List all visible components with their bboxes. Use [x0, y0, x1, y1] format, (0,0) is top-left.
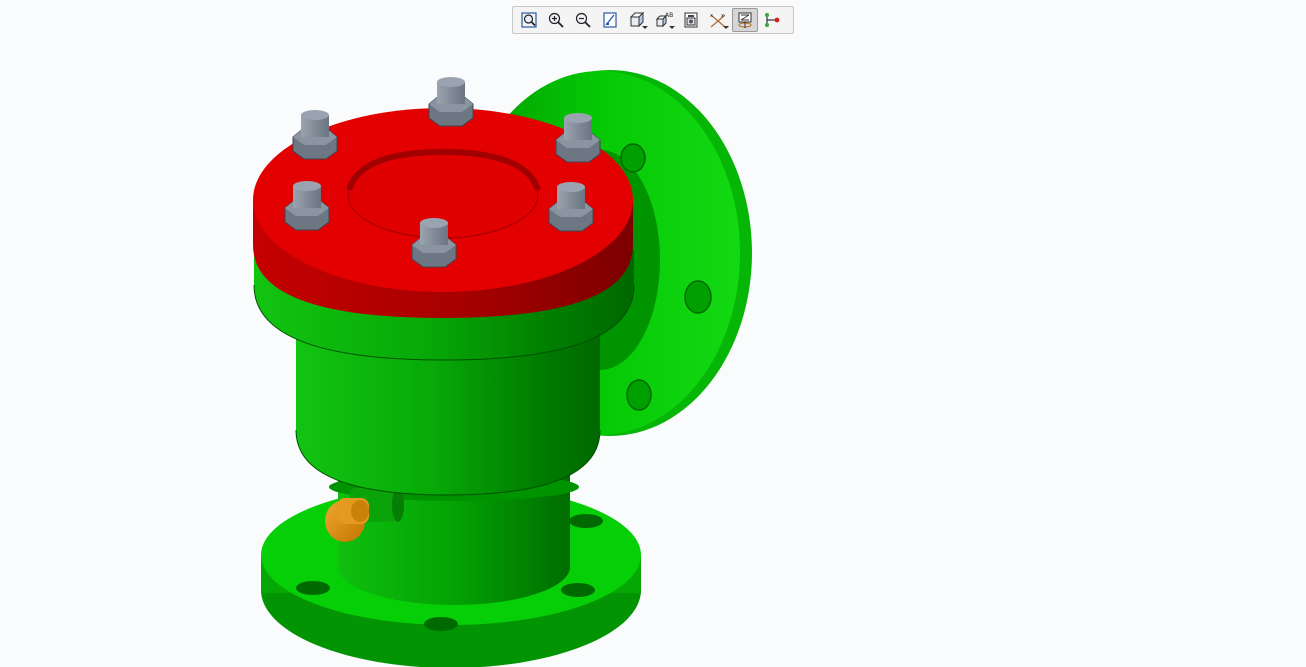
bolt [292, 110, 338, 160]
bolt [428, 77, 474, 127]
graphics-viewport[interactable]: AB x x [0, 0, 1306, 667]
valve-model[interactable] [0, 0, 1306, 667]
